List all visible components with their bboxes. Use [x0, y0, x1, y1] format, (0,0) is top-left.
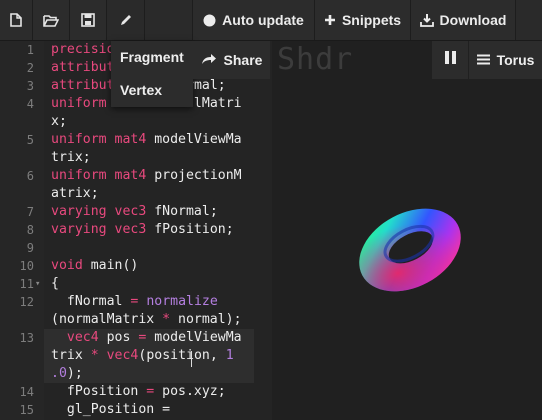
new-file-button[interactable] [0, 0, 33, 40]
code-line[interactable]: varying vec3 fNormal; [51, 203, 218, 221]
line-number: 8 [26, 223, 34, 237]
code-line[interactable]: uniform mat4 modelViewMa [51, 131, 242, 149]
auto-update-label: Auto update [222, 12, 304, 28]
fold-arrow-icon[interactable]: ▾ [35, 275, 40, 293]
model-select-button[interactable]: Torus [469, 41, 542, 79]
download-button[interactable]: Download [411, 0, 516, 40]
code-line[interactable]: uniform mat4 projectionM [51, 167, 242, 185]
line-number: 10 [19, 259, 34, 273]
open-folder-icon [43, 14, 59, 27]
code-line[interactable]: varying vec3 fPosition; [51, 221, 234, 239]
line-gutter: 1 2 3 4 5 6 7 8 9 10 11 ▾ 12 13 14 15 [0, 41, 44, 420]
toolbar: Auto update Snippets Download [0, 0, 542, 41]
code-line[interactable]: (normalMatrix * normal); [51, 311, 242, 329]
save-button[interactable] [70, 0, 107, 40]
download-icon [419, 13, 434, 27]
circle-icon [203, 14, 216, 27]
open-button[interactable] [33, 0, 70, 40]
line-number: 11 [19, 277, 34, 291]
share-icon [201, 52, 217, 68]
line-number: 15 [19, 403, 34, 417]
line-number: 12 [19, 295, 34, 309]
toolbar-spacer [516, 0, 542, 40]
pencil-icon [119, 13, 133, 27]
torus-render [359, 208, 461, 292]
code-line[interactable]: x; [51, 113, 67, 131]
code-line[interactable]: fNormal = normalize [51, 293, 218, 311]
plus-icon [324, 14, 336, 26]
snippets-label: Snippets [341, 12, 402, 28]
pause-button[interactable] [432, 41, 468, 79]
pause-icon [444, 51, 456, 69]
save-icon [81, 13, 95, 27]
line-number: 1 [26, 43, 34, 57]
menu-item-fragment[interactable]: Fragment [111, 41, 193, 74]
line-number: 9 [26, 241, 34, 255]
menu-item-vertex[interactable]: Vertex [111, 74, 193, 107]
line-number: 13 [19, 331, 34, 345]
code-line[interactable]: atrix; [51, 185, 99, 203]
snippets-button[interactable]: Snippets [315, 0, 411, 40]
code-line[interactable]: trix * vec4(position, 1 [51, 347, 234, 365]
code-line[interactable]: .0); [51, 365, 83, 383]
line-number: 3 [26, 79, 34, 93]
edit-button[interactable] [107, 0, 145, 40]
line-number: 14 [19, 385, 34, 399]
shader-type-menu: Fragment Vertex [111, 41, 193, 107]
code-line[interactable]: vec4 pos = modelViewMa [51, 329, 242, 347]
line-number: 5 [26, 133, 34, 147]
line-number: 7 [26, 205, 34, 219]
share-button[interactable]: Share [193, 41, 270, 79]
text-cursor [191, 351, 192, 367]
line-number: 4 [26, 97, 34, 111]
new-file-icon [10, 13, 22, 27]
line-number: 2 [26, 61, 34, 75]
code-line[interactable]: { [51, 275, 59, 293]
code-line[interactable]: void main() [51, 257, 138, 275]
auto-update-button[interactable]: Auto update [192, 0, 315, 40]
share-label: Share [223, 52, 263, 68]
code-line[interactable]: fPosition = pos.xyz; [51, 383, 226, 401]
download-label: Download [439, 12, 507, 28]
model-label: Torus [496, 52, 535, 68]
menu-icon [476, 52, 490, 68]
code-line[interactable]: trix; [51, 149, 91, 167]
app-logo: Shdr [277, 42, 354, 77]
code-line[interactable]: gl_Position = [51, 401, 170, 419]
line-number: 6 [26, 169, 34, 183]
